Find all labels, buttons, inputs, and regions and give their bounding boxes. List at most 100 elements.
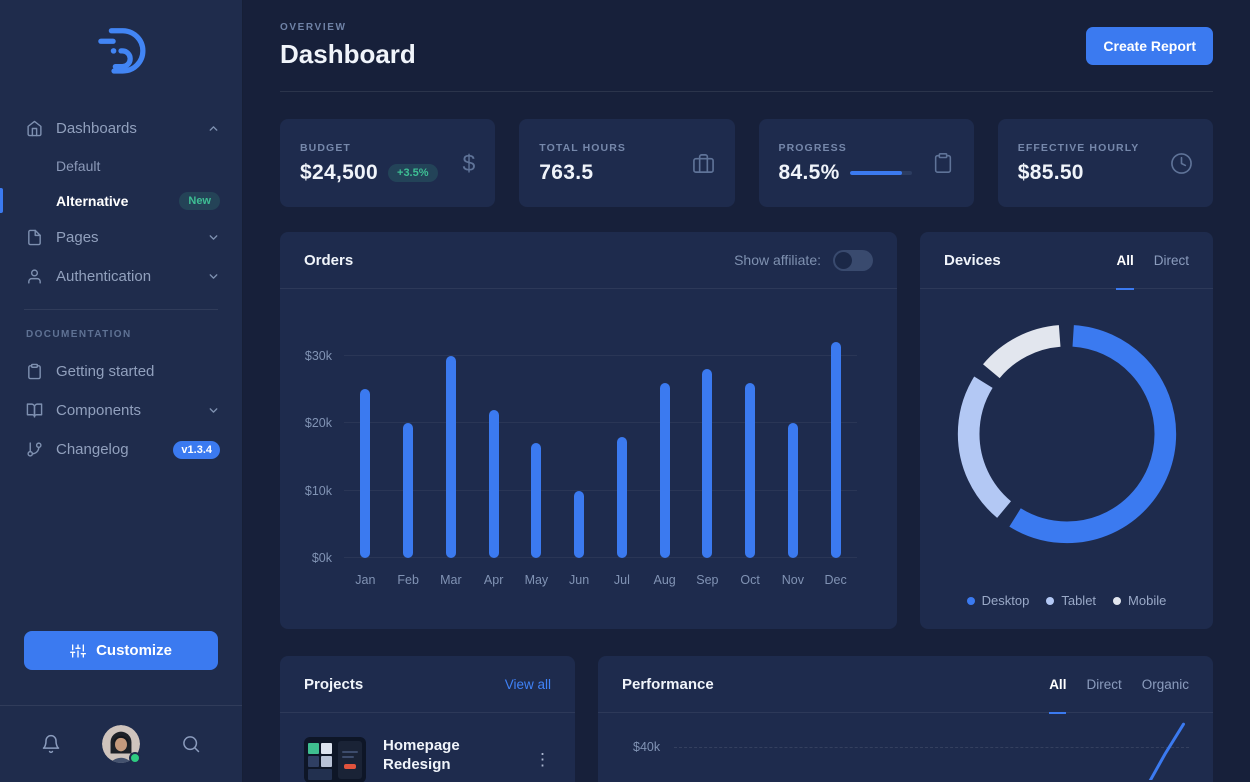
sidebar-item-label: Default [56, 158, 100, 174]
search-icon[interactable] [181, 734, 201, 754]
sidebar-item-components[interactable]: Components [0, 391, 242, 430]
stat-label: Total hours [539, 142, 626, 154]
git-branch-icon [26, 441, 43, 458]
bar-column[interactable]: Nov [772, 342, 815, 558]
sliders-icon [70, 643, 86, 659]
clock-icon [1170, 152, 1193, 175]
bar-column[interactable]: Jun [558, 342, 601, 558]
projects-card: Projects View all Homepage Redesign ⋮ [280, 656, 575, 782]
chevron-down-icon [207, 404, 220, 417]
stat-card-budget: Budget $24,500 +3.5% $ [280, 119, 495, 207]
chevron-down-icon [207, 270, 220, 283]
x-tick-label: Oct [740, 573, 759, 587]
stat-value: 84.5% [779, 161, 840, 185]
create-report-button[interactable]: Create Report [1086, 27, 1213, 65]
header-divider [280, 91, 1213, 92]
sidebar-item-changelog[interactable]: Changelog v1.3.4 [0, 430, 242, 469]
home-icon [26, 120, 43, 137]
stat-value: $24,500 [300, 161, 378, 185]
bar-column[interactable]: Mar [430, 342, 473, 558]
main-content: Overview Dashboard Create Report Budget … [243, 0, 1250, 782]
tab-direct[interactable]: Direct [1154, 232, 1189, 289]
x-tick-label: Aug [654, 573, 676, 587]
sidebar-item-label: Alternative [56, 193, 128, 209]
avatar[interactable] [102, 725, 140, 763]
legend-dot [967, 597, 975, 605]
bar-column[interactable]: Aug [643, 342, 686, 558]
page-title: Dashboard [280, 39, 416, 70]
legend-label: Tablet [1061, 593, 1096, 608]
performance-tabs: All Direct Organic [1029, 656, 1189, 713]
bar-column[interactable]: Sep [686, 342, 729, 558]
page-eyebrow: Overview [280, 22, 416, 33]
sidebar-item-getting-started[interactable]: Getting started [0, 352, 242, 391]
sidebar-item-label: Components [56, 402, 141, 419]
new-badge: New [179, 192, 220, 210]
version-badge: v1.3.4 [173, 441, 220, 459]
tab-all[interactable]: All [1049, 656, 1066, 713]
legend-item[interactable]: Mobile [1113, 593, 1166, 608]
customize-label: Customize [96, 642, 172, 659]
performance-card: Performance All Direct Organic $40k [598, 656, 1213, 782]
bar-column[interactable]: Jul [601, 342, 644, 558]
stat-label: Effective hourly [1018, 142, 1140, 154]
sidebar-item-authentication[interactable]: Authentication [0, 257, 242, 296]
orders-title: Orders [304, 252, 353, 269]
more-vertical-icon[interactable]: ⋮ [534, 737, 551, 768]
orders-card: Orders Show affiliate: $0k$10k$20k$30k J… [280, 232, 897, 629]
stats-row: Budget $24,500 +3.5% $ Total hours 763.5… [280, 119, 1213, 207]
bar [831, 342, 841, 558]
bar-column[interactable]: Feb [387, 342, 430, 558]
bar [489, 410, 499, 559]
delta-badge: +3.5% [388, 164, 438, 182]
bar [446, 356, 456, 559]
user-icon [26, 268, 43, 285]
project-name: Homepage Redesign [383, 737, 493, 775]
sidebar-nav: Dashboards Default Alternative New Pages [0, 109, 242, 469]
bar [360, 389, 370, 558]
legend-item[interactable]: Desktop [967, 593, 1030, 608]
legend-label: Mobile [1128, 593, 1166, 608]
sidebar-item-label: Pages [56, 229, 99, 246]
app-logo[interactable] [0, 0, 242, 109]
performance-title: Performance [622, 676, 714, 693]
project-list-item[interactable]: Homepage Redesign ⋮ [280, 713, 575, 782]
y-tick-label: $30k [280, 349, 332, 363]
customize-button[interactable]: Customize [24, 631, 218, 670]
view-all-link[interactable]: View all [505, 677, 551, 692]
sidebar-item-pages[interactable]: Pages [0, 218, 242, 257]
devices-card: Devices All Direct DesktopTabletMobile [920, 232, 1213, 629]
stat-card-total-hours: Total hours 763.5 [519, 119, 734, 207]
tab-all[interactable]: All [1116, 232, 1133, 289]
book-open-icon [26, 402, 43, 419]
bell-icon[interactable] [41, 734, 61, 754]
sidebar-footer [0, 705, 242, 782]
stat-card-progress: Progress 84.5% [759, 119, 974, 207]
tab-direct[interactable]: Direct [1086, 656, 1121, 713]
dollar-icon: $ [462, 150, 475, 177]
sidebar-item-default[interactable]: Default [0, 148, 242, 183]
project-thumbnail [304, 737, 366, 782]
legend-item[interactable]: Tablet [1046, 593, 1096, 608]
tab-organic[interactable]: Organic [1142, 656, 1189, 713]
devices-legend: Desktop Tablet Mobile [920, 593, 1213, 608]
sidebar-item-dashboards[interactable]: Dashboards [0, 109, 242, 148]
legend-dot [1046, 597, 1054, 605]
chevron-down-icon [207, 231, 220, 244]
sidebar-item-alternative[interactable]: Alternative New [0, 183, 242, 218]
stat-card-effective-hourly: Effective hourly $85.50 [998, 119, 1213, 207]
bar-column[interactable]: Apr [472, 342, 515, 558]
x-tick-label: Feb [397, 573, 419, 587]
x-tick-label: Dec [825, 573, 847, 587]
show-affiliate-toggle[interactable] [833, 250, 873, 271]
bar-column[interactable]: Dec [814, 342, 857, 558]
x-tick-label: Jul [614, 573, 630, 587]
legend-dot [1113, 597, 1121, 605]
bar-column[interactable]: Jan [344, 342, 387, 558]
stat-label: Progress [779, 142, 912, 154]
bar-column[interactable]: Oct [729, 342, 772, 558]
progress-bar [850, 171, 912, 175]
bar-column[interactable]: May [515, 342, 558, 558]
clipboard-icon [932, 152, 954, 174]
performance-chart: $40k [598, 718, 1213, 780]
